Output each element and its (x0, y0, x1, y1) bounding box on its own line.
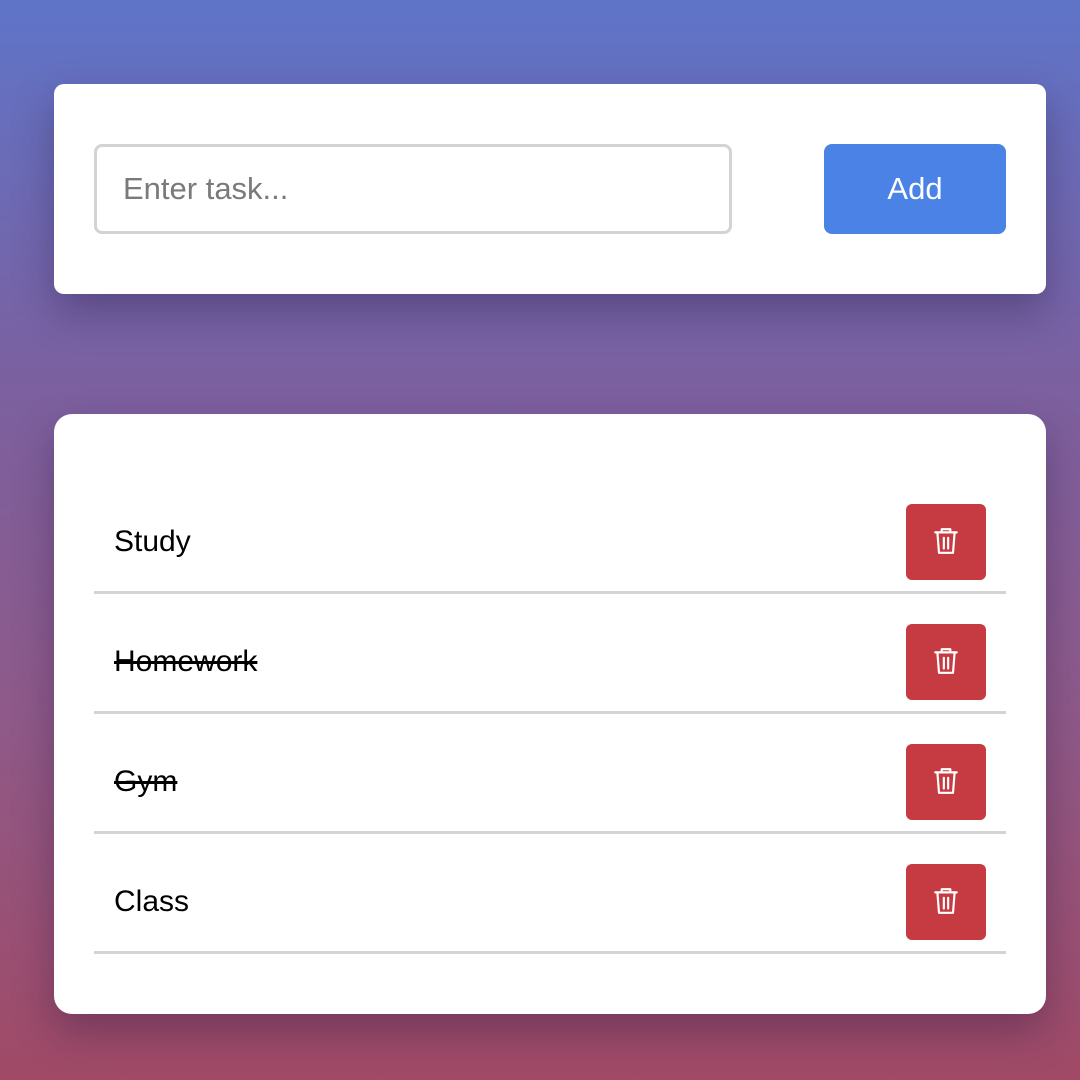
trash-icon (933, 647, 959, 678)
trash-icon (933, 887, 959, 918)
task-row: Gym (94, 714, 1006, 834)
task-label[interactable]: Class (114, 884, 189, 920)
delete-task-button[interactable] (906, 504, 986, 580)
task-input-card: Add (54, 84, 1046, 294)
task-row: Homework (94, 594, 1006, 714)
trash-icon (933, 767, 959, 798)
task-label[interactable]: Gym (114, 764, 177, 800)
task-row: Class (94, 834, 1006, 954)
delete-task-button[interactable] (906, 624, 986, 700)
add-task-button[interactable]: Add (824, 144, 1006, 234)
task-label[interactable]: Homework (114, 644, 257, 680)
delete-task-button[interactable] (906, 864, 986, 940)
delete-task-button[interactable] (906, 744, 986, 820)
task-label[interactable]: Study (114, 524, 191, 560)
task-list: Study Homework Gym Class (94, 474, 1006, 954)
trash-icon (933, 527, 959, 558)
task-row: Study (94, 474, 1006, 594)
task-list-card: Study Homework Gym Class (54, 414, 1046, 1014)
task-input[interactable] (94, 144, 732, 234)
